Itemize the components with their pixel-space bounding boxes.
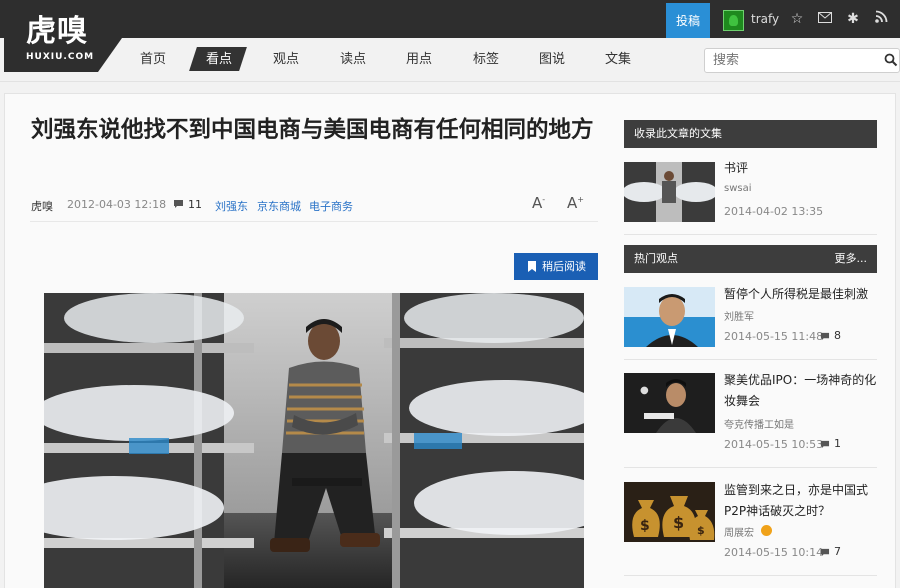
hot-section-title: 热门观点 (634, 252, 678, 265)
submit-article-button[interactable]: 投稿 (666, 3, 710, 39)
article-title: 刘强东说他找不到中国电商与美国电商有任何相同的地方 (31, 117, 594, 143)
sidebar-divider (624, 467, 877, 468)
hot-item-date: 2014-05-15 11:48 (724, 330, 824, 343)
hot-item-author[interactable]: 周展宏 (724, 524, 754, 539)
username-link[interactable]: trafy (751, 12, 779, 26)
nav-item-tags[interactable]: 标签 (471, 49, 501, 71)
more-link[interactable]: 更多... (835, 245, 868, 273)
portrait-image: ● (624, 373, 715, 433)
comment-icon (174, 200, 183, 208)
thumbnail-image (624, 162, 715, 222)
bookmark-icon (528, 261, 536, 272)
logo-text: 虎嗅 (26, 14, 88, 49)
logo-corner-decoration (98, 38, 122, 72)
tag-link[interactable]: 电子商务 (309, 198, 353, 214)
font-smaller-label: A (532, 194, 543, 212)
sidebar-divider (624, 234, 877, 235)
nav-item-wenji[interactable]: 文集 (603, 49, 633, 71)
read-later-button[interactable]: 稍后阅读 (514, 253, 598, 280)
nav-item-tushuo[interactable]: 图说 (537, 49, 567, 71)
svg-text:●: ● (640, 385, 649, 396)
collected-section-header: 收录此文章的文集 (624, 120, 877, 148)
gear-icon[interactable]: ✱ (844, 10, 862, 28)
hot-item-comment-count[interactable]: 8 (834, 329, 841, 342)
hot-item-thumbnail[interactable]: $ $ $ (624, 482, 715, 542)
search-icon[interactable] (884, 53, 898, 67)
comment-icon (820, 440, 830, 449)
article-source[interactable]: 虎嗅 (31, 198, 53, 214)
main-nav: 首页 看点 观点 读点 用点 标签 图说 文集 (0, 38, 900, 82)
mail-icon[interactable] (816, 10, 834, 28)
comment-icon (820, 332, 830, 341)
hot-item-date: 2014-05-15 10:53 (724, 438, 824, 451)
collected-section-title: 收录此文章的文集 (634, 127, 722, 140)
meta-divider (30, 221, 598, 222)
hot-item-thumbnail[interactable]: ● (624, 373, 715, 433)
tag-link[interactable]: 京东商城 (257, 198, 301, 214)
sidebar-divider (624, 575, 877, 576)
user-avatar[interactable] (723, 10, 744, 31)
collected-item-title[interactable]: 书评 (724, 158, 879, 179)
rss-icon[interactable] (872, 10, 890, 28)
hot-item-comment-count[interactable]: 1 (834, 437, 841, 450)
collected-thumbnail[interactable] (624, 162, 715, 222)
tag-link[interactable]: 刘强东 (215, 198, 248, 214)
font-larger-label: A (567, 194, 578, 212)
nav-item-yongdian[interactable]: 用点 (404, 49, 434, 71)
hot-item-date: 2014-05-15 10:14 (724, 546, 824, 559)
svg-text:$: $ (640, 518, 650, 534)
comment-icon (820, 548, 830, 557)
money-bags-image: $ $ $ (624, 482, 715, 542)
article-photo-illustration (44, 293, 584, 588)
font-larger-button[interactable]: A+ (567, 194, 584, 212)
collected-item-author[interactable]: swsai (724, 183, 752, 194)
verified-badge-icon (761, 525, 772, 536)
portrait-image (624, 287, 715, 347)
hot-item-title[interactable]: 暂停个人所得税是最佳刺激 (724, 284, 879, 305)
nav-item-dudian[interactable]: 读点 (338, 49, 368, 71)
hot-item-author[interactable]: 刘胜军 (724, 308, 754, 323)
search-input[interactable] (704, 48, 900, 73)
svg-text:$: $ (697, 524, 705, 537)
hot-item-thumbnail[interactable] (624, 287, 715, 347)
hot-item-comment-count[interactable]: 7 (834, 545, 841, 558)
nav-item-home[interactable]: 首页 (138, 49, 168, 71)
hot-item-title[interactable]: 聚美优品IPO：一场神奇的化妆舞会 (724, 370, 879, 412)
article-date: 2012-04-03 12:18 (67, 198, 167, 211)
star-icon[interactable]: ☆ (788, 10, 806, 28)
logo-subtext: HUXIU.COM (26, 52, 95, 62)
hot-item-author[interactable]: 夸克传播工如是 (724, 416, 794, 431)
hot-section-header: 热门观点 更多... (624, 245, 877, 273)
comment-count[interactable]: 11 (188, 198, 202, 211)
collected-item-date: 2014-04-02 13:35 (724, 205, 824, 218)
svg-text:$: $ (673, 513, 684, 532)
hot-item-title[interactable]: 监管到来之日，亦是中国式P2P神话破灭之时？ (724, 480, 879, 522)
article-image (44, 293, 584, 588)
nav-item-kandian[interactable]: 看点 (203, 49, 235, 71)
sidebar-divider (624, 359, 877, 360)
nav-item-guandian[interactable]: 观点 (271, 49, 301, 71)
font-smaller-button[interactable]: A- (532, 194, 545, 212)
site-logo[interactable]: 虎嗅 HUXIU.COM (4, 2, 98, 72)
